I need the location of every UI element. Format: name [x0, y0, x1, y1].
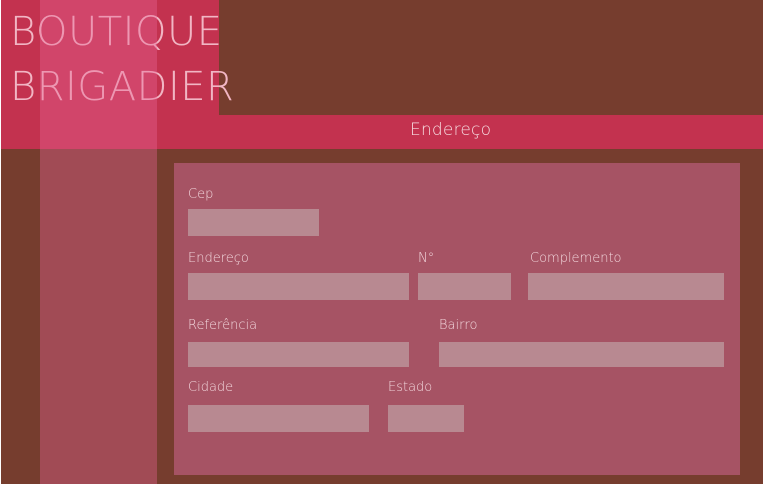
- cep-input[interactable]: [188, 209, 319, 236]
- cidade-input[interactable]: [188, 405, 369, 432]
- bairro-input[interactable]: [439, 342, 724, 367]
- estado-label: Estado: [388, 380, 433, 395]
- numero-label: N°: [418, 251, 435, 266]
- complemento-input[interactable]: [528, 273, 724, 300]
- endereco-label: Endereço: [188, 251, 249, 266]
- section-title: Endereço: [410, 120, 492, 140]
- endereco-input[interactable]: [188, 273, 409, 300]
- numero-input[interactable]: [418, 273, 511, 300]
- cep-label: Cep: [188, 187, 214, 202]
- estado-input[interactable]: [388, 405, 464, 432]
- sidebar-strip: [40, 0, 157, 484]
- complemento-label: Complemento: [530, 251, 622, 266]
- page-background: Endereço BOUTIQUE BRIGADIER Cep Endereço…: [1, 0, 763, 484]
- bairro-label: Bairro: [439, 318, 478, 333]
- referencia-label: Referência: [188, 318, 258, 333]
- cidade-label: Cidade: [188, 380, 234, 395]
- referencia-input[interactable]: [188, 342, 409, 367]
